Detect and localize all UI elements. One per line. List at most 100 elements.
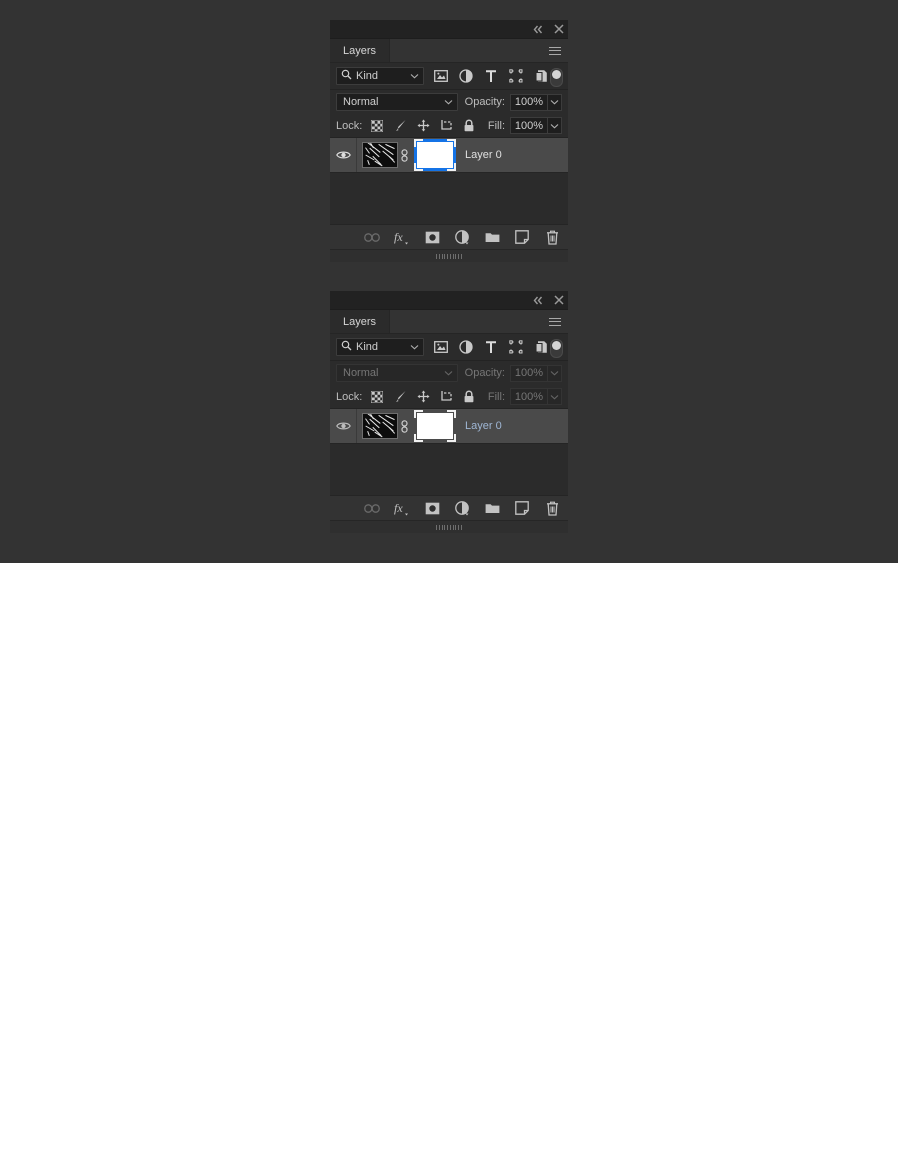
fill-label: Fill: [487,390,505,403]
panel-resize-grip[interactable] [330,249,568,262]
add-layer-mask-icon[interactable] [424,500,440,516]
lock-image-pixels-icon[interactable] [393,390,407,404]
lock-label: Lock: [336,390,363,403]
fill-value[interactable]: 100% [510,388,547,405]
filter-adjustment-layers-icon[interactable] [458,68,474,84]
layers-panel-bottom: Layers Kind Normal Opacity: 100% Lock: F… [330,291,568,533]
opacity-value[interactable]: 100% [510,93,547,111]
layer-thumbnail[interactable] [362,413,398,439]
fill-field[interactable]: 100% [510,388,562,405]
blend-mode-select[interactable]: Normal [336,364,458,382]
filter-smart-object-icon[interactable] [533,339,549,355]
blend-mode-row: Normal Opacity: 100% [330,90,568,114]
panel-menu-icon[interactable] [548,39,562,62]
eye-visibility-icon[interactable] [330,421,356,431]
layer-mask-container [414,139,456,171]
link-mask-icon[interactable] [398,148,410,162]
blend-mode-select[interactable]: Normal [336,93,458,111]
new-group-folder-icon[interactable] [484,500,500,516]
chevron-down-icon [444,367,453,379]
lock-artboard-nesting-icon[interactable] [439,119,453,133]
lock-label: Lock: [336,119,363,132]
layer-thumbnail[interactable] [362,142,398,168]
filter-kind-select[interactable]: Kind [336,338,424,356]
svg-text:fx: fx [394,501,403,515]
lock-image-pixels-icon[interactable] [393,119,407,133]
lock-transparent-pixels-icon[interactable] [370,390,384,404]
fill-field[interactable]: 100% [510,117,562,134]
close-icon[interactable] [553,295,564,306]
fill-dropdown-arrow[interactable] [547,117,562,134]
layer-style-fx-icon[interactable]: fx [394,229,410,245]
filter-shape-layers-icon[interactable] [508,339,524,355]
fill-dropdown-arrow[interactable] [547,388,562,405]
opacity-value[interactable]: 100% [510,364,547,382]
filter-enable-toggle[interactable] [550,68,563,87]
panel-menu-icon[interactable] [548,310,562,333]
layers-list: Layer 0 [330,137,568,224]
layers-panel-top: Layers Kind Normal Opacity: 100% Lock: F… [330,20,568,262]
panel-titlebar [330,291,568,310]
eye-visibility-icon[interactable] [330,150,356,160]
collapse-to-icons-button[interactable] [533,295,544,306]
filter-pixel-layers-icon[interactable] [433,68,449,84]
fill-value[interactable]: 100% [510,117,547,134]
filter-kind-label: Kind [356,70,379,82]
new-layer-icon[interactable] [514,500,530,516]
opacity-dropdown-arrow[interactable] [547,93,562,111]
filter-shape-layers-icon[interactable] [508,68,524,84]
layer-mask-container [414,410,456,442]
delete-layer-trash-icon[interactable] [544,500,560,516]
tab-layers-label: Layers [343,315,377,328]
lock-all-icon[interactable] [462,390,476,404]
opacity-label: Opacity: [464,96,505,108]
layer-filter-row: Kind [330,334,568,361]
filter-enable-toggle[interactable] [550,339,563,358]
lock-row: Lock: Fill: 100% [330,114,568,137]
table-row[interactable]: Layer 0 [330,138,568,173]
filter-type-layers-icon[interactable] [483,339,499,355]
opacity-field[interactable]: 100% [510,93,562,111]
filter-smart-object-icon[interactable] [533,68,549,84]
blend-mode-value: Normal [343,96,379,108]
add-layer-mask-icon[interactable] [424,229,440,245]
link-mask-icon[interactable] [398,419,410,433]
opacity-field[interactable]: 100% [510,364,562,382]
filter-pixel-layers-icon[interactable] [433,339,449,355]
filter-type-layers-icon[interactable] [483,68,499,84]
lock-position-icon[interactable] [416,390,430,404]
search-icon [341,69,352,83]
delete-layer-trash-icon[interactable] [544,229,560,245]
tab-layers[interactable]: Layers [330,39,391,62]
close-icon[interactable] [553,24,564,35]
new-group-folder-icon[interactable] [484,229,500,245]
panel-tabstrip: Layers [330,39,568,63]
opacity-dropdown-arrow[interactable] [547,364,562,382]
layers-bottom-toolbar: fx [330,224,568,249]
layer-mask-thumbnail[interactable] [414,410,456,442]
layers-bottom-toolbar: fx [330,495,568,520]
lock-transparent-pixels-icon[interactable] [370,119,384,133]
lock-row: Lock: Fill: 100% [330,385,568,408]
panel-resize-grip[interactable] [330,520,568,533]
filter-adjustment-layers-icon[interactable] [458,339,474,355]
blend-mode-value: Normal [343,367,379,379]
new-layer-icon[interactable] [514,229,530,245]
opacity-label: Opacity: [464,367,505,379]
chevron-down-icon [410,70,419,82]
layer-style-fx-icon[interactable]: fx [394,500,410,516]
layer-mask-thumbnail[interactable] [414,139,456,171]
filter-kind-select[interactable]: Kind [336,67,424,85]
blend-mode-row: Normal Opacity: 100% [330,361,568,385]
lock-position-icon[interactable] [416,119,430,133]
tab-layers[interactable]: Layers [330,310,391,333]
collapse-to-icons-button[interactable] [533,24,544,35]
link-layers-icon[interactable] [364,229,380,245]
lock-all-icon[interactable] [462,119,476,133]
link-layers-icon[interactable] [364,500,380,516]
table-row[interactable]: Layer 0 [330,409,568,444]
new-adjustment-layer-icon[interactable] [454,500,470,516]
new-adjustment-layer-icon[interactable] [454,229,470,245]
lock-artboard-nesting-icon[interactable] [439,390,453,404]
panel-titlebar [330,20,568,39]
